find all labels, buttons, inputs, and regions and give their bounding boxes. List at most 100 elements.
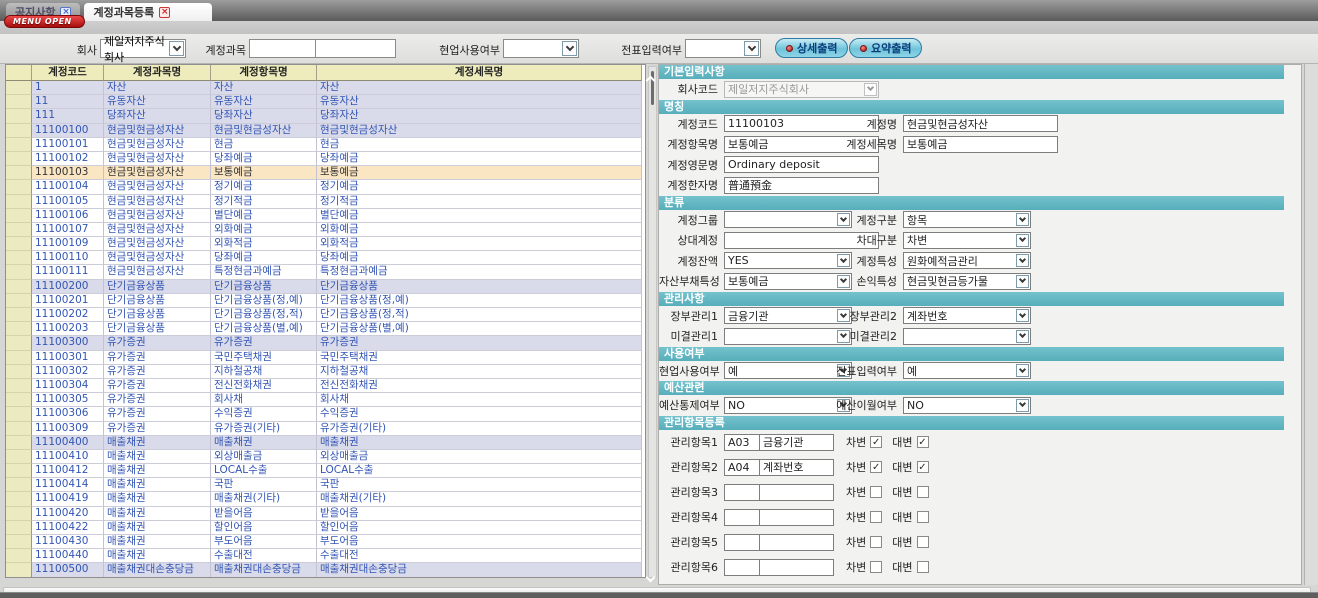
field-input[interactable]: 普通預金 <box>724 177 879 194</box>
field-select[interactable]: 항목 <box>903 211 1031 228</box>
panel-scroll-down-icon[interactable] <box>647 574 657 584</box>
credit-checkbox[interactable]: ✓ <box>917 436 929 448</box>
table-row[interactable]: 111당좌자산당좌자산당좌자산 <box>6 109 645 123</box>
account-code-input[interactable] <box>249 39 316 58</box>
table-row[interactable]: 11100420매출채권받을어음받을어음 <box>6 507 645 521</box>
row-selector-cell[interactable] <box>6 180 32 194</box>
field-select[interactable]: 계좌번호 <box>903 307 1031 324</box>
credit-checkbox[interactable]: ✓ <box>917 461 929 473</box>
tab-active[interactable]: 계정과목등록× <box>84 3 212 21</box>
table-row[interactable]: 11100102현금및현금성자산당좌예금당좌예금 <box>6 152 645 166</box>
table-row[interactable]: 11100309유가증권유가증권(기타)유가증권(기타) <box>6 422 645 436</box>
row-selector-cell[interactable] <box>6 237 32 251</box>
row-selector-cell[interactable] <box>6 365 32 379</box>
row-selector-cell[interactable] <box>6 379 32 393</box>
row-selector-cell[interactable] <box>6 265 32 279</box>
table-row[interactable]: 11100300유가증권유가증권유가증권 <box>6 336 645 350</box>
account-name-input[interactable] <box>315 39 396 58</box>
field-input[interactable]: Ordinary deposit <box>724 156 879 173</box>
table-row[interactable]: 11100100현금및현금성자산현금및현금성자산현금및현금성자산 <box>6 124 645 138</box>
row-selector-cell[interactable] <box>6 294 32 308</box>
mgmt-name-input[interactable] <box>759 534 834 551</box>
row-selector-cell[interactable] <box>6 280 32 294</box>
mgmt-name-input[interactable] <box>759 559 834 576</box>
table-row[interactable]: 11100302유가증권지하철공채지하철공채 <box>6 365 645 379</box>
field-select[interactable] <box>903 328 1031 345</box>
row-selector-cell[interactable] <box>6 81 32 95</box>
row-selector-cell[interactable] <box>6 563 32 577</box>
row-selector-cell[interactable] <box>6 351 32 365</box>
row-selector-cell[interactable] <box>6 195 32 209</box>
mgmt-name-input[interactable] <box>759 509 834 526</box>
table-row[interactable]: 11100422매출채권할인어음할인어음 <box>6 521 645 535</box>
table-row[interactable]: 11100304유가증권전신전화채권전신전화채권 <box>6 379 645 393</box>
row-selector-cell[interactable] <box>6 166 32 180</box>
table-row[interactable]: 11100104현금및현금성자산정기예금정기예금 <box>6 180 645 194</box>
table-row[interactable]: 11100410매출채권외상매출금외상매출금 <box>6 450 645 464</box>
mgmt-name-input[interactable]: 금융기관 <box>759 434 834 451</box>
row-selector-cell[interactable] <box>6 109 32 123</box>
table-row[interactable]: 11100201단기금융상품단기금융상품(정,예)단기금융상품(정,예) <box>6 294 645 308</box>
company-select[interactable]: 제일저지주식회사 <box>100 39 186 58</box>
row-selector-cell[interactable] <box>6 124 32 138</box>
mgmt-code-input[interactable] <box>724 559 760 576</box>
mgmt-code-input[interactable] <box>724 484 760 501</box>
row-selector-cell[interactable] <box>6 336 32 350</box>
table-row[interactable]: 11100111현금및현금성자산특정현금과예금특정현금과예금 <box>6 265 645 279</box>
field-input[interactable]: 보통예금 <box>903 136 1058 153</box>
debit-checkbox[interactable] <box>870 511 882 523</box>
table-row[interactable]: 11100305유가증권회사채회사채 <box>6 393 645 407</box>
table-row[interactable]: 11100107현금및현금성자산외화예금외화예금 <box>6 223 645 237</box>
debit-checkbox[interactable] <box>870 561 882 573</box>
field-input[interactable]: 현금및현금성자산 <box>903 115 1058 132</box>
table-row[interactable]: 11100105현금및현금성자산정기적금정기적금 <box>6 195 645 209</box>
field-select[interactable]: 현금및현금등가물 <box>903 273 1031 290</box>
mgmt-code-input[interactable] <box>724 534 760 551</box>
table-row[interactable]: 11100109현금및현금성자산외화적금외화적금 <box>6 237 645 251</box>
credit-checkbox[interactable] <box>917 536 929 548</box>
field-use-select[interactable] <box>503 39 579 58</box>
slip-entry-select[interactable] <box>685 39 761 58</box>
credit-checkbox[interactable] <box>917 511 929 523</box>
table-row[interactable]: 11100412매출채권LOCAL수출LOCAL수출 <box>6 464 645 478</box>
table-row[interactable]: 11100110현금및현금성자산당좌예금당좌예금 <box>6 251 645 265</box>
debit-checkbox[interactable] <box>870 536 882 548</box>
row-selector-cell[interactable] <box>6 436 32 450</box>
table-row[interactable]: 11100306유가증권수익증권수익증권 <box>6 407 645 421</box>
row-selector-cell[interactable] <box>6 464 32 478</box>
table-row[interactable]: 11100203단기금융상품단기금융상품(별,예)단기금융상품(별,예) <box>6 322 645 336</box>
table-row[interactable]: 1자산자산자산 <box>6 81 645 95</box>
table-row[interactable]: 11100500매출채권대손충당금매출채권대손충당금매출채권대손충당금 <box>6 563 645 577</box>
mgmt-code-input[interactable]: A03 <box>724 434 760 451</box>
table-row[interactable]: 11100106현금및현금성자산별단예금별단예금 <box>6 209 645 223</box>
row-selector-cell[interactable] <box>6 478 32 492</box>
row-selector-cell[interactable] <box>6 492 32 506</box>
mgmt-code-input[interactable] <box>724 509 760 526</box>
detail-print-button[interactable]: 상세출력 <box>775 38 848 58</box>
row-selector-cell[interactable] <box>6 393 32 407</box>
credit-checkbox[interactable] <box>917 561 929 573</box>
table-row[interactable]: 11100414매출채권국판국판 <box>6 478 645 492</box>
close-icon[interactable]: × <box>159 7 170 18</box>
table-row[interactable]: 11100101현금및현금성자산현금현금 <box>6 138 645 152</box>
row-selector-cell[interactable] <box>6 209 32 223</box>
debit-checkbox[interactable]: ✓ <box>870 436 882 448</box>
row-selector-cell[interactable] <box>6 507 32 521</box>
summary-print-button[interactable]: 요약출력 <box>849 38 922 58</box>
mgmt-code-input[interactable]: A04 <box>724 459 760 476</box>
credit-checkbox[interactable] <box>917 486 929 498</box>
debit-checkbox[interactable] <box>870 486 882 498</box>
row-selector-cell[interactable] <box>6 549 32 563</box>
table-row[interactable]: 11100400매출채권매출채권매출채권 <box>6 436 645 450</box>
table-row[interactable]: 11100419매출채권매출채권(기타)매출채권(기타) <box>6 492 645 506</box>
grid-scrollbar[interactable] <box>648 66 657 578</box>
row-selector-cell[interactable] <box>6 422 32 436</box>
row-selector-cell[interactable] <box>6 450 32 464</box>
table-row[interactable]: 11100200단기금융상품단기금융상품단기금융상품 <box>6 280 645 294</box>
row-selector-cell[interactable] <box>6 223 32 237</box>
row-selector-cell[interactable] <box>6 308 32 322</box>
field-select[interactable]: NO <box>903 397 1031 414</box>
table-row[interactable]: 11100440매출채권수출대전수출대전 <box>6 549 645 563</box>
row-selector-cell[interactable] <box>6 251 32 265</box>
row-selector-cell[interactable] <box>6 152 32 166</box>
